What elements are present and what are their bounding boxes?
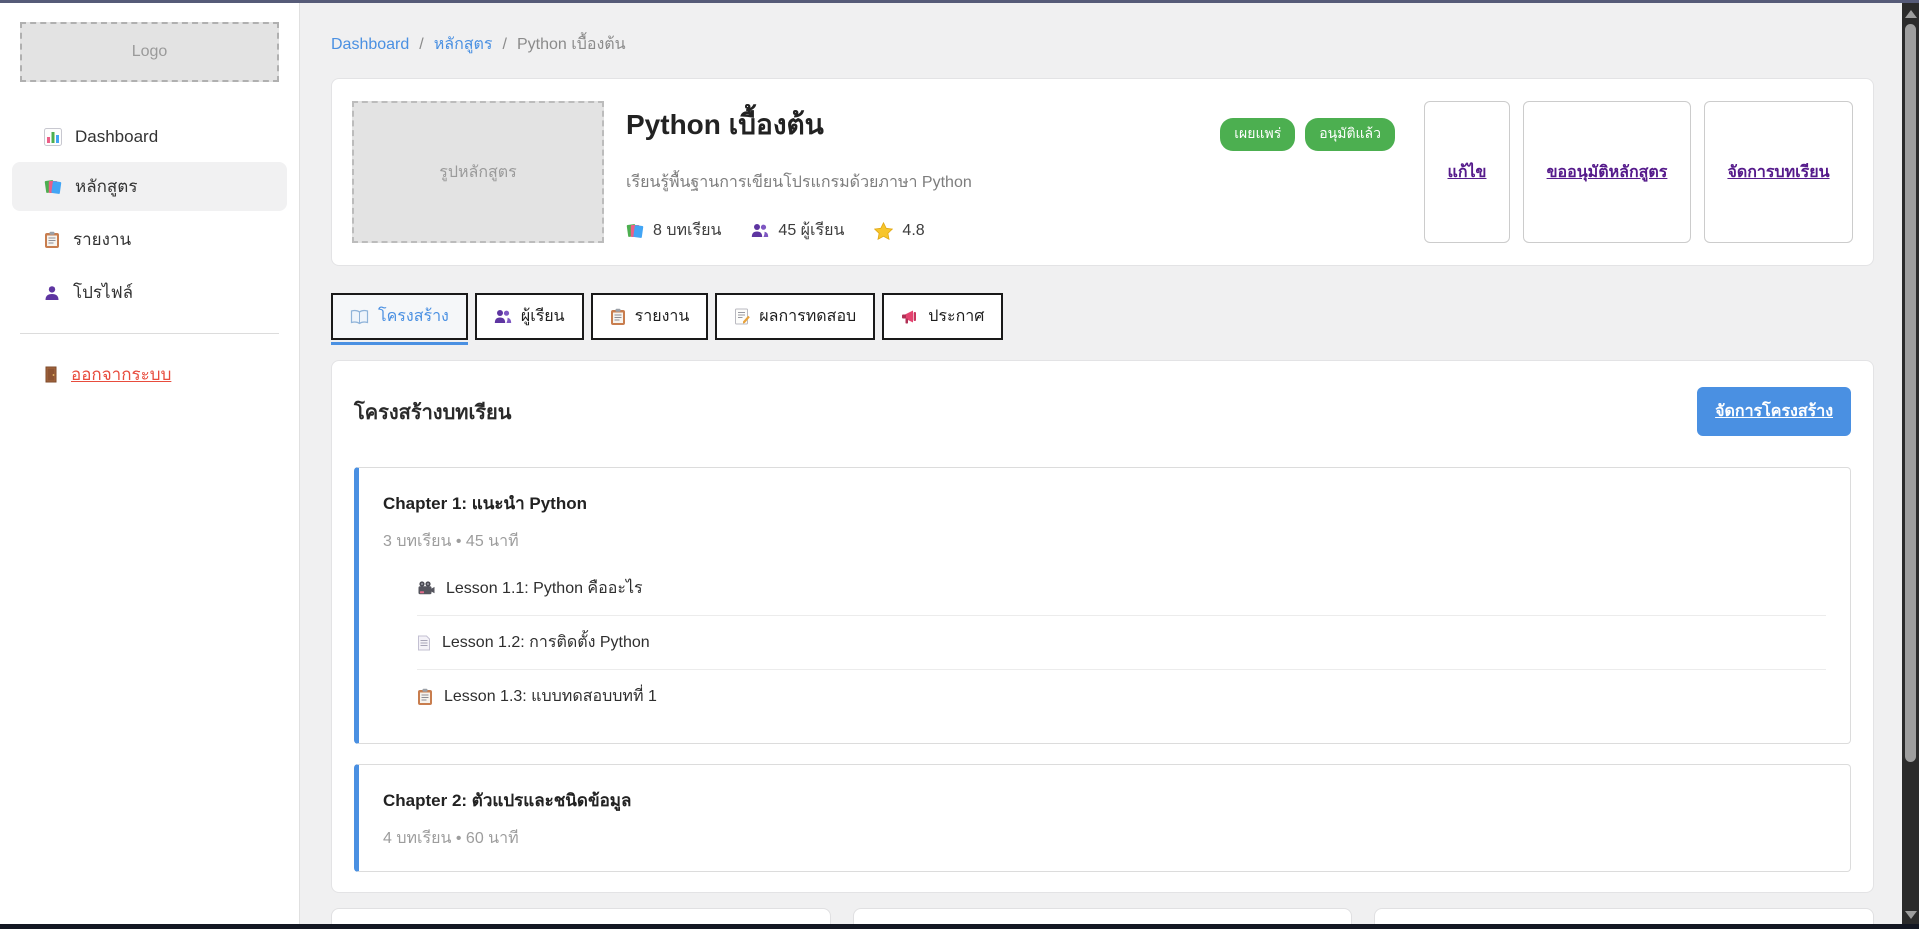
tab-structure[interactable]: โครงสร้าง: [331, 293, 468, 340]
lesson-item[interactable]: Lesson 1.3: แบบทดสอบบทที่ 1: [417, 669, 1826, 723]
breadcrumb-separator: /: [419, 36, 423, 54]
tab-test-results[interactable]: ผลการทดสอบ: [715, 293, 875, 340]
status-badge-published: เผยแพร่: [1220, 118, 1295, 151]
course-description: เรียนรู้พื้นฐานการเขียนโปรแกรมด้วยภาษา P…: [626, 170, 1212, 195]
stat-students-label: 45 ผู้เรียน: [778, 218, 844, 243]
sidebar-nav: Dashboard หลักสูตร รายงาน โปรไฟล์: [0, 116, 299, 399]
manage-lessons-box: จัดการบทเรียน: [1704, 101, 1853, 243]
structure-header: โครงสร้างบทเรียน จัดการโครงสร้าง: [354, 387, 1851, 436]
vertical-scrollbar[interactable]: [1902, 3, 1919, 929]
dashboard-chart-icon: [44, 128, 62, 146]
app-screen: Logo Dashboard หลักสูตร รายงาน: [0, 0, 1919, 929]
bottom-card: [1374, 908, 1874, 924]
chapter-meta: 3 บทเรียน • 45 นาที: [383, 529, 1826, 554]
breadcrumb-current-page: Python เบื้องต้น: [517, 32, 626, 57]
request-approval-link[interactable]: ขออนุมัติหลักสูตร: [1541, 160, 1674, 185]
page-icon: [417, 635, 431, 651]
sidebar-item-dashboard[interactable]: Dashboard: [12, 116, 287, 158]
tab-label: ผู้เรียน: [521, 304, 565, 329]
lesson-title: Lesson 1.2: การติดตั้ง Python: [442, 630, 650, 655]
tab-label: ประกาศ: [928, 304, 984, 329]
logout-label: ออกจากระบบ: [71, 361, 171, 388]
course-title: Python เบื้องต้น: [626, 103, 1212, 147]
logo-text: Logo: [132, 43, 168, 61]
lesson-list: Lesson 1.1: Python คืออะไร Lesson 1.2: ก…: [417, 562, 1826, 723]
sidebar: Logo Dashboard หลักสูตร รายงาน: [0, 3, 300, 929]
sidebar-item-label: รายงาน: [73, 226, 131, 253]
breadcrumb-separator: /: [503, 36, 507, 54]
memo-pencil-icon: [734, 308, 750, 325]
window-bottom-edge: [0, 924, 1919, 929]
people-icon: [751, 223, 769, 238]
door-icon: [44, 366, 58, 383]
chapter-meta: 4 บทเรียน • 60 นาที: [383, 826, 1826, 851]
main-content: Dashboard / หลักสูตร / Python เบื้องต้น …: [301, 3, 1902, 924]
structure-panel: โครงสร้างบทเรียน จัดการโครงสร้าง Chapter…: [331, 360, 1874, 893]
chapter-card-1: Chapter 1: แนะนำ Python 3 บทเรียน • 45 น…: [354, 467, 1851, 744]
sidebar-divider: [20, 333, 279, 334]
logo-placeholder: Logo: [20, 22, 279, 82]
tab-reports[interactable]: รายงาน: [591, 293, 709, 340]
sidebar-item-courses[interactable]: หลักสูตร: [12, 162, 287, 211]
breadcrumb: Dashboard / หลักสูตร / Python เบื้องต้น: [331, 32, 1874, 57]
edit-course-box: แก้ไข: [1424, 101, 1510, 243]
star-icon: [874, 222, 893, 240]
course-image-label: รูปหลักสูตร: [439, 160, 517, 185]
books-icon: [44, 178, 62, 196]
edit-course-link[interactable]: แก้ไข: [1442, 160, 1493, 185]
logout-button[interactable]: ออกจากระบบ: [12, 350, 287, 399]
tab-label: ผลการทดสอบ: [759, 304, 856, 329]
megaphone-icon: [901, 309, 919, 325]
lesson-item[interactable]: Lesson 1.1: Python คืออะไร: [417, 562, 1826, 615]
course-stats: 8 บทเรียน 45 ผู้เรียน 4.8: [626, 218, 1212, 243]
manage-structure-button[interactable]: จัดการโครงสร้าง: [1697, 387, 1851, 436]
scroll-up-arrow-icon[interactable]: [1905, 10, 1917, 18]
sidebar-item-label: หลักสูตร: [75, 173, 137, 200]
bottom-card: [853, 908, 1353, 924]
person-icon: [44, 285, 60, 301]
scrollbar-thumb[interactable]: [1905, 24, 1916, 762]
status-badges: เผยแพร่ อนุมัติแล้ว: [1220, 118, 1395, 243]
course-info: Python เบื้องต้น เรียนรู้พื้นฐานการเขียน…: [626, 101, 1212, 243]
sidebar-item-label: โปรไฟล์: [73, 279, 133, 306]
course-header-card: รูปหลักสูตร Python เบื้องต้น เรียนรู้พื้…: [331, 78, 1874, 266]
manage-lessons-link[interactable]: จัดการบทเรียน: [1721, 160, 1835, 185]
stat-lessons: 8 บทเรียน: [626, 218, 721, 243]
clipboard-icon: [417, 688, 433, 706]
sidebar-item-reports[interactable]: รายงาน: [12, 215, 287, 264]
window-top-edge: [0, 0, 1919, 3]
clipboard-icon: [44, 231, 60, 249]
tab-label: รายงาน: [635, 304, 690, 329]
sidebar-item-label: Dashboard: [75, 127, 158, 147]
course-tabs: โครงสร้าง ผู้เรียน รายงาน ผลการทดสอบ: [331, 293, 1874, 340]
lesson-title: Lesson 1.1: Python คืออะไร: [446, 576, 643, 601]
books-icon: [626, 222, 644, 240]
chapter-card-2: Chapter 2: ตัวแปรและชนิดข้อมูล 4 บทเรียน…: [354, 764, 1851, 872]
stat-lessons-label: 8 บทเรียน: [653, 218, 721, 243]
sidebar-item-profile[interactable]: โปรไฟล์: [12, 268, 287, 317]
tab-announcements[interactable]: ประกาศ: [882, 293, 1003, 340]
lesson-title: Lesson 1.3: แบบทดสอบบทที่ 1: [444, 684, 657, 709]
bottom-card: [331, 908, 831, 924]
people-icon: [494, 309, 512, 324]
structure-heading: โครงสร้างบทเรียน: [354, 396, 511, 428]
open-book-icon: [350, 309, 369, 325]
request-approval-box: ขออนุมัติหลักสูตร: [1523, 101, 1691, 243]
clipboard-icon: [610, 308, 626, 326]
video-camera-icon: [417, 581, 435, 596]
status-badge-approved: อนุมัติแล้ว: [1305, 118, 1395, 151]
tab-label: โครงสร้าง: [378, 304, 449, 329]
stat-students: 45 ผู้เรียน: [751, 218, 844, 243]
bottom-cards-row: [331, 908, 1874, 924]
tab-students[interactable]: ผู้เรียน: [475, 293, 584, 340]
chapter-title: Chapter 1: แนะนำ Python: [383, 490, 1826, 517]
lesson-item[interactable]: Lesson 1.2: การติดตั้ง Python: [417, 615, 1826, 669]
course-image-placeholder: รูปหลักสูตร: [352, 101, 604, 243]
stat-rating-label: 4.8: [902, 222, 924, 240]
scroll-down-arrow-icon[interactable]: [1905, 911, 1917, 919]
breadcrumb-courses-link[interactable]: หลักสูตร: [434, 32, 493, 57]
breadcrumb-dashboard-link[interactable]: Dashboard: [331, 36, 409, 54]
stat-rating: 4.8: [874, 222, 924, 240]
chapter-title: Chapter 2: ตัวแปรและชนิดข้อมูล: [383, 787, 1826, 814]
